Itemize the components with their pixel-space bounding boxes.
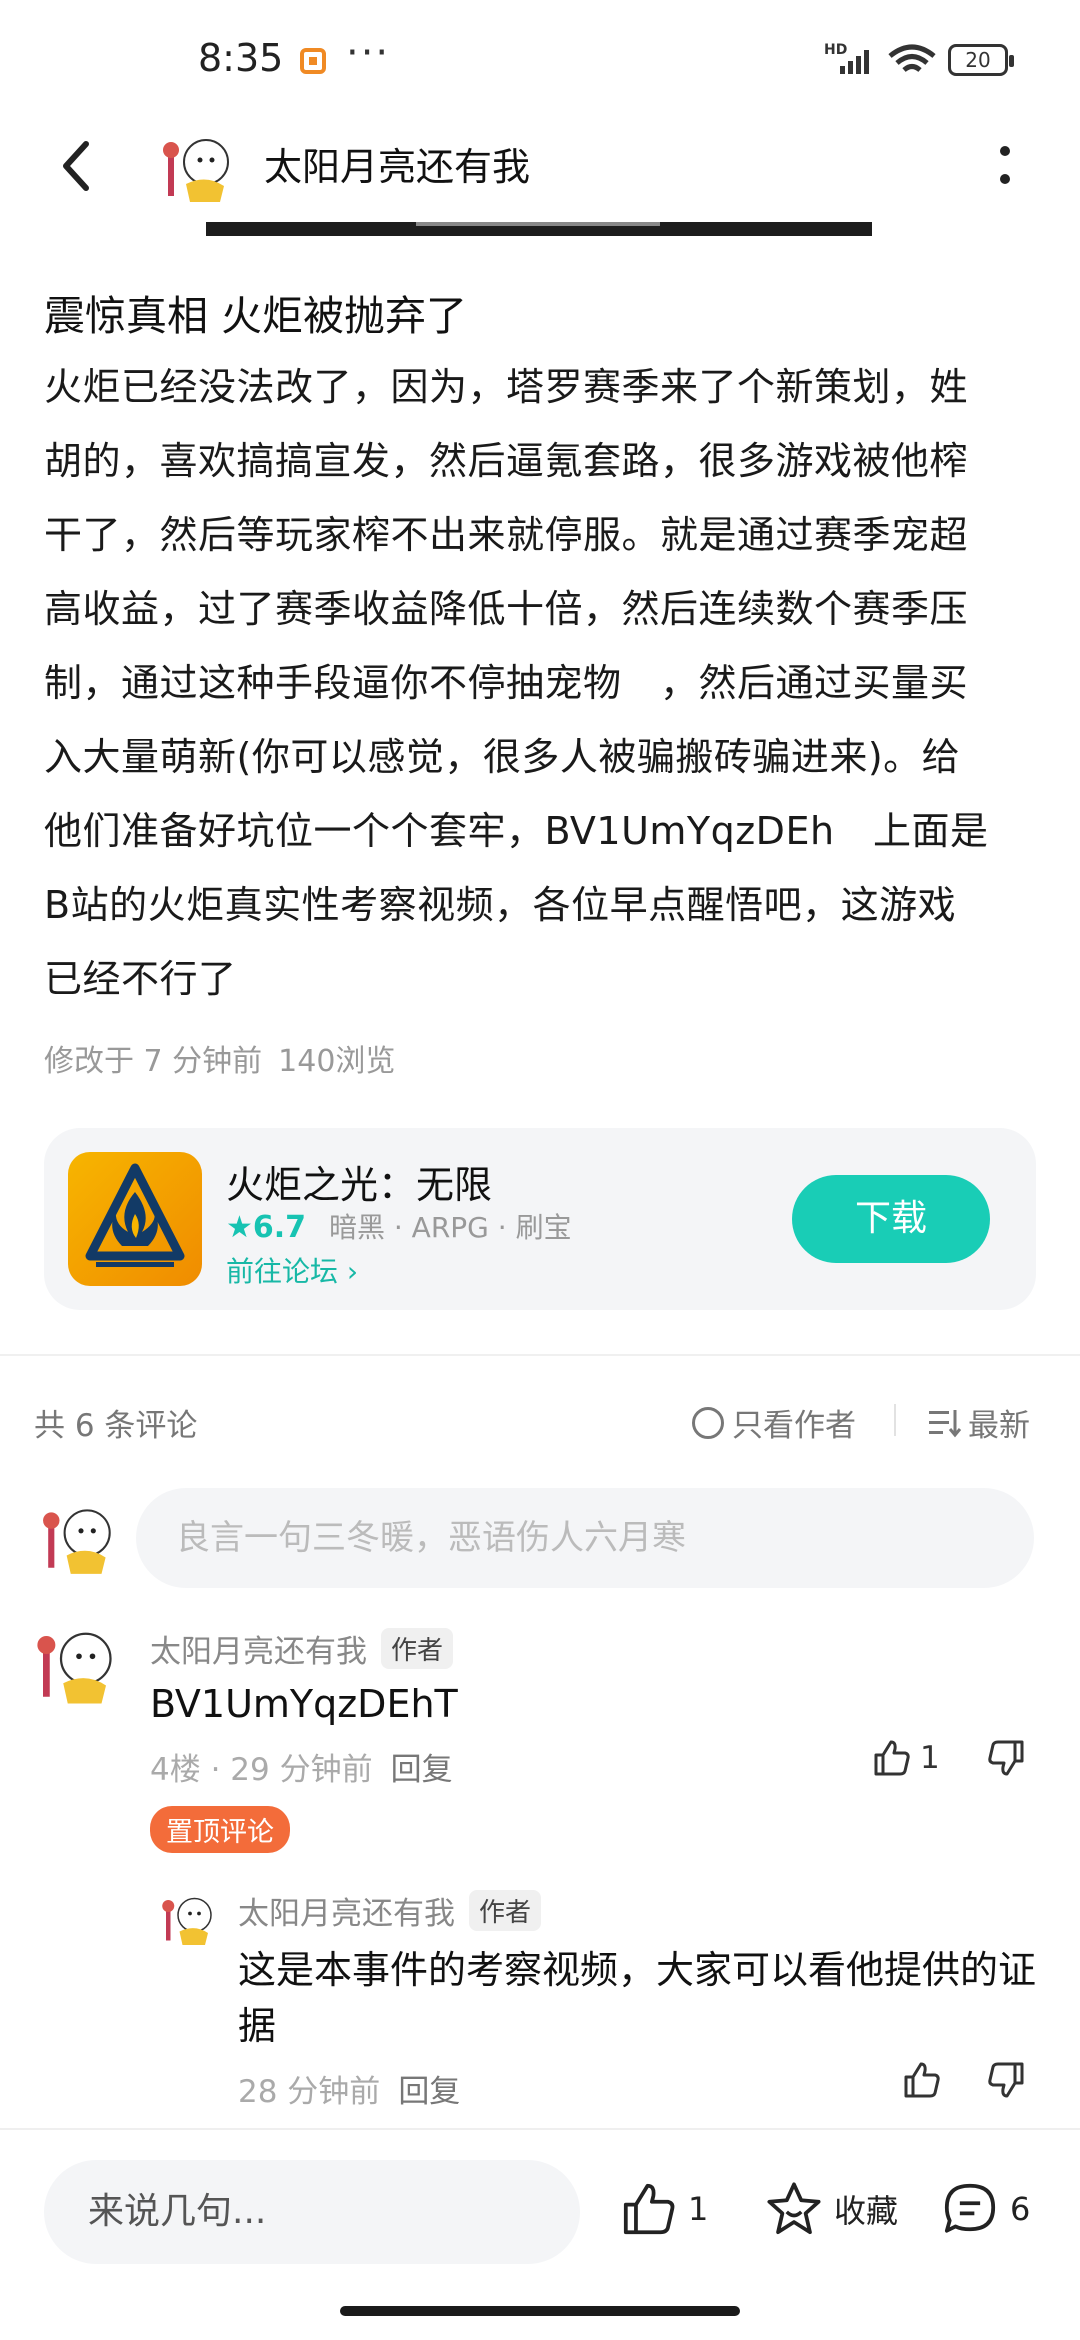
section-divider xyxy=(0,1354,1080,1356)
only-author-label: 只看作者 xyxy=(732,1408,856,1444)
comment-username[interactable]: 太阳月亮还有我 作者 xyxy=(150,1626,454,1671)
comment-like-button[interactable]: 1 xyxy=(872,1738,940,1778)
post-views: 140浏览 xyxy=(278,1044,396,1079)
post-modified-time: 修改于 7 分钟前 xyxy=(44,1044,263,1079)
header-title[interactable]: 太阳月亮还有我 xyxy=(264,136,530,191)
radio-circle-icon xyxy=(692,1406,724,1439)
comments-button[interactable]: 6 xyxy=(940,2180,1030,2238)
comments-count-badge: 6 xyxy=(1010,2190,1031,2228)
reply-time: 28 分钟前 xyxy=(238,2074,381,2110)
comment-floor-time: 4楼 · 29 分钟前 xyxy=(150,1752,373,1788)
post-line: 干了，然后等玩家榨不出来就停服。就是通过赛季宠超 xyxy=(44,513,969,557)
bottom-divider xyxy=(0,2128,1080,2130)
game-logo-icon xyxy=(85,1163,185,1267)
post-line: 入大量萌新(你可以感觉，很多人被骗搬砖骗进来)。给 xyxy=(44,735,961,779)
filter-separator xyxy=(894,1404,896,1436)
notification-icon xyxy=(300,48,326,74)
game-tags: 暗黑 · ARPG · 刷宝 xyxy=(328,1211,572,1244)
reply-button[interactable]: 回复 xyxy=(391,1752,453,1788)
more-options-icon[interactable] xyxy=(990,140,1020,196)
comment-input[interactable]: 良言一句三冬暖，恶语伤人六月寒 xyxy=(136,1488,1034,1588)
reply-username-text: 太阳月亮还有我 xyxy=(238,1896,455,1932)
sort-icon xyxy=(929,1409,962,1437)
sort-latest-button[interactable]: 最新 xyxy=(928,1400,1030,1445)
post-line: 已经不行了 xyxy=(44,957,237,1001)
post-line: 高收益，过了赛季收益降低十倍，然后连续数个赛季压 xyxy=(44,587,969,631)
forum-link[interactable]: 前往论坛 › xyxy=(226,1250,358,1290)
game-name[interactable]: 火炬之光：无限 xyxy=(226,1154,492,1209)
post-body: 火炬已经没法改了，因为，塔罗赛季来了个新策划，姓 胡的，喜欢搞搞宣发，然后逼氪套… xyxy=(44,350,1044,1016)
post-like-count: 1 xyxy=(688,2190,709,2228)
star-icon xyxy=(767,2182,821,2235)
reply-button[interactable]: 回复 xyxy=(398,2074,460,2110)
thumbs-up-icon[interactable] xyxy=(902,2060,942,2100)
signal-icon xyxy=(840,50,869,74)
reply-meta: 28 分钟前 回复 xyxy=(238,2066,460,2111)
author-badge: 作者 xyxy=(381,1628,454,1669)
reply-avatar[interactable] xyxy=(160,1888,220,1948)
author-badge: 作者 xyxy=(469,1890,542,1931)
my-avatar xyxy=(43,1509,111,1574)
sort-latest-label: 最新 xyxy=(968,1408,1030,1444)
favorite-button[interactable]: 收藏 xyxy=(764,2180,898,2238)
game-rating-row: ★6.7 暗黑 · ARPG · 刷宝 xyxy=(226,1206,572,1246)
status-bar: 8:35 ··· HD 20 xyxy=(0,0,1080,120)
author-avatar[interactable] xyxy=(160,126,240,206)
bottom-comment-input[interactable]: 来说几句... xyxy=(44,2160,580,2264)
post-meta: 修改于 7 分钟前 140浏览 xyxy=(44,1036,395,1080)
status-time: 8:35 xyxy=(198,36,284,80)
game-card[interactable]: 火炬之光：无限 ★6.7 暗黑 · ARPG · 刷宝 前往论坛 › 下载 xyxy=(44,1128,1036,1310)
post-line: 胡的，喜欢搞搞宣发，然后逼氪套路，很多游戏被他榨 xyxy=(44,439,969,483)
scroll-thumb xyxy=(416,222,660,226)
comment-text: BV1UmYqzDEhT xyxy=(150,1682,458,1726)
comment-meta: 4楼 · 29 分钟前 回复 xyxy=(150,1744,453,1789)
thumbs-up-icon xyxy=(874,1740,910,1776)
post-line: 火炬已经没法改了，因为，塔罗赛季来了个新策划，姓 xyxy=(44,365,969,409)
media-scroll-indicator xyxy=(206,222,872,236)
chevron-right-icon: › xyxy=(346,1255,359,1288)
top-header: 太阳月亮还有我 xyxy=(0,118,1080,218)
post-title: 震惊真相 火炬被抛弃了 xyxy=(44,292,468,340)
wifi-icon xyxy=(888,44,936,72)
comment-avatar[interactable] xyxy=(34,1618,124,1708)
forum-link-label: 前往论坛 xyxy=(226,1255,339,1288)
reply-username[interactable]: 太阳月亮还有我 作者 xyxy=(238,1888,542,1933)
game-score: 6.7 xyxy=(252,1210,307,1245)
post-line: B站的火炬真实性考察视频，各位早点醒悟吧，这游戏 xyxy=(44,883,957,927)
reply-text: 这是本事件的考察视频，大家可以看他提供的证据 xyxy=(238,1948,1037,2048)
comment-username-text: 太阳月亮还有我 xyxy=(150,1634,367,1670)
pinned-badge: 置顶评论 xyxy=(150,1806,290,1853)
download-button[interactable]: 下载 xyxy=(792,1175,990,1263)
post-line: 他们准备好坑位一个个套牢，BV1UmYqzDEh 上面是 xyxy=(44,809,989,853)
post-line: 制，通过这种手段逼你不停抽宠物 ，然后通过买量买 xyxy=(44,661,969,705)
thumbs-down-icon[interactable] xyxy=(986,1738,1026,1778)
favorite-label: 收藏 xyxy=(834,2192,899,2230)
post-like-button[interactable]: 1 xyxy=(620,2180,708,2238)
back-icon[interactable] xyxy=(50,136,110,196)
thumbs-down-icon[interactable] xyxy=(986,2060,1026,2100)
home-indicator[interactable] xyxy=(340,2306,740,2316)
comment-like-count: 1 xyxy=(920,1740,940,1776)
thumbs-up-icon xyxy=(623,2183,675,2235)
battery-icon: 20 xyxy=(948,44,1014,76)
comment-bubble-icon xyxy=(944,2183,996,2233)
only-author-toggle[interactable]: 只看作者 xyxy=(692,1400,856,1445)
more-notifications-icon: ··· xyxy=(346,30,391,76)
comments-count: 共 6 条评论 xyxy=(34,1408,198,1444)
star-icon: ★ xyxy=(226,1210,253,1245)
game-icon[interactable] xyxy=(68,1152,202,1286)
